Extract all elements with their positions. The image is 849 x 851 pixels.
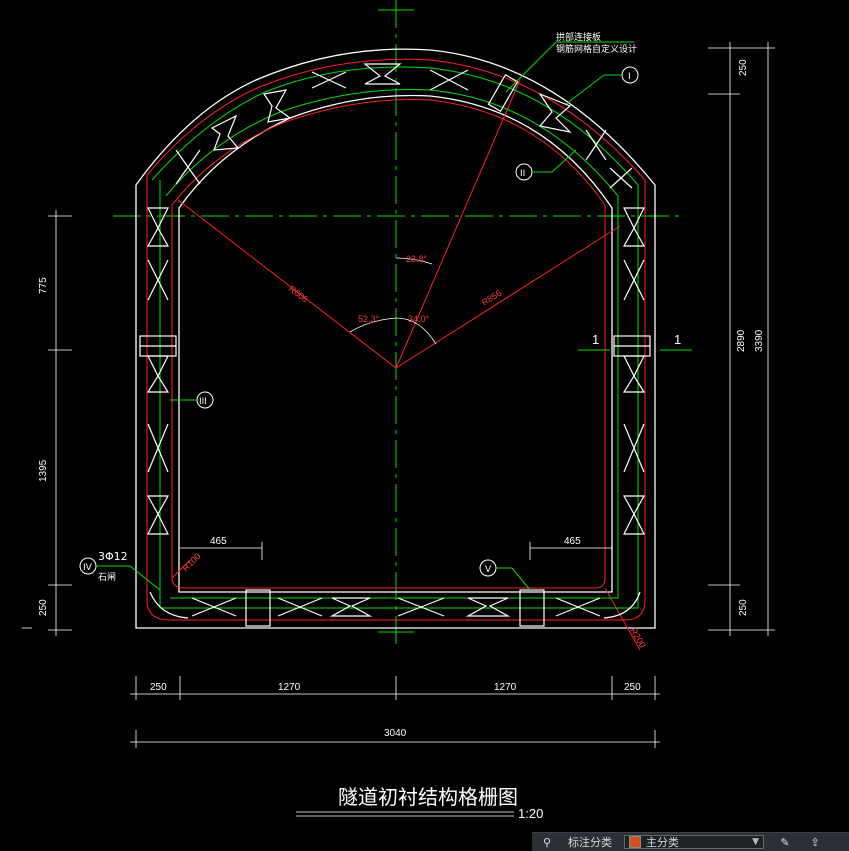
- layer-dropdown[interactable]: 主分类 ▼: [618, 833, 770, 851]
- callout-text-1: I: [628, 72, 631, 82]
- radius-line-right: [395, 225, 621, 369]
- dropdown-icon: ▼: [752, 837, 759, 847]
- dim-right-2890: 2890: [736, 329, 747, 352]
- angle-label-34: 34.0°: [408, 314, 430, 324]
- radius-label-left: R606: [287, 284, 310, 305]
- dim-bot-total: 3040: [384, 728, 407, 739]
- angle-label-52: 52.3°: [358, 314, 380, 324]
- angle-label-23: 23.8°: [406, 254, 428, 264]
- dim-bot-1270-left: 1270: [278, 682, 301, 693]
- dim-right-bot-250: 250: [738, 599, 749, 616]
- settings-icon: ⇪: [810, 835, 820, 849]
- dim-bot-250-left: 250: [150, 682, 167, 693]
- drawing-title: 隧道初衬结构格栅图: [338, 785, 518, 809]
- leader-circle-1: [565, 74, 605, 105]
- layer-color-swatch: [629, 836, 641, 848]
- statusbar-settings[interactable]: ⇪: [800, 833, 830, 851]
- category-label-text: 标注分类: [568, 836, 612, 849]
- cad-drawing: 250 2890 3390 250 775 1395 250 465 465 2…: [22, 0, 775, 821]
- callout-text-5: V: [485, 565, 492, 575]
- radius-line-top: [395, 79, 521, 369]
- section-mark-right: 1: [674, 332, 681, 347]
- radius-label-right: R856: [480, 288, 504, 308]
- dimension-lines: [22, 42, 775, 817]
- statusbar-draw[interactable]: ✎: [770, 833, 800, 851]
- statusbar-category-label: 标注分类: [562, 833, 618, 851]
- callout-text-2: II: [520, 169, 525, 179]
- top-note-1: 拱部连接板: [556, 31, 601, 43]
- radius-line-left: [177, 199, 397, 369]
- draw-icon: ✎: [780, 835, 790, 849]
- green-lattice-outer: [151, 66, 639, 609]
- dim-left-1395: 1395: [38, 459, 49, 482]
- callout-text-4: IV: [83, 563, 93, 573]
- dim-bot-1270-right: 1270: [494, 682, 517, 693]
- dim-inner-465-right: 465: [564, 536, 581, 547]
- statusbar-tool[interactable]: ⚲: [532, 833, 562, 851]
- radius-label-corner-left: R100: [180, 551, 202, 573]
- tool-icon: ⚲: [542, 835, 552, 849]
- green-lattice-inner: [165, 88, 619, 599]
- dim-right-3390: 3390: [754, 329, 765, 352]
- dim-top-250: 250: [738, 59, 749, 76]
- dim-bot-250-right: 250: [624, 682, 641, 693]
- top-note-2: 钢筋网格自定义设计: [556, 43, 637, 55]
- dim-inner-465-left: 465: [210, 536, 227, 547]
- section-mark-left: 1: [592, 332, 599, 347]
- radius-label-corner-right: R200: [628, 626, 647, 650]
- cad-statusbar: ⚲ 标注分类 主分类 ▼ ✎ ⇪: [532, 832, 849, 851]
- dim-left-250: 250: [38, 599, 49, 616]
- drawing-scale: 1:20: [518, 806, 543, 821]
- rebar-label: 3Φ12: [98, 550, 128, 563]
- red-inner-rebar: [171, 98, 606, 589]
- dim-left-775: 775: [38, 277, 49, 294]
- layer-name: 主分类: [646, 836, 679, 849]
- rebar-sub-label: 石闸: [98, 572, 116, 583]
- callout-text-3: III: [199, 397, 207, 407]
- leader-top-note: [505, 41, 557, 93]
